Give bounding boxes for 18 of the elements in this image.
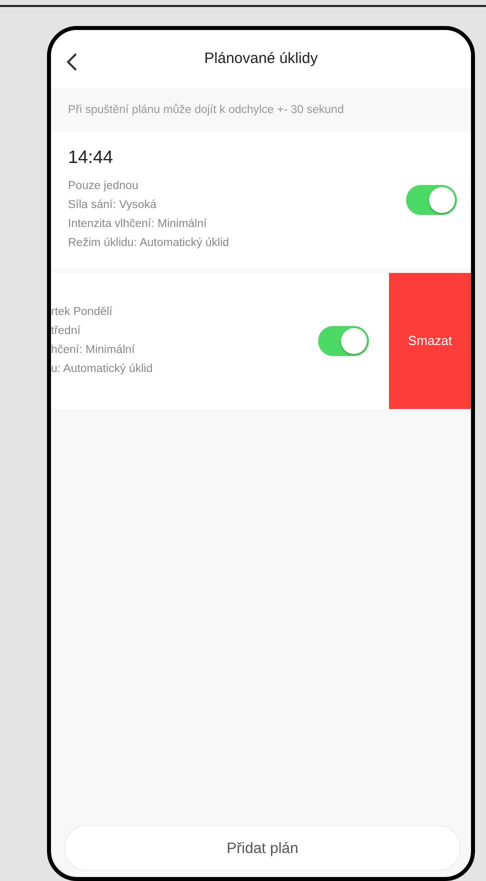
screen-title: Plánované úklidy <box>204 50 318 68</box>
schedule-detail: Síla sání: Vysoká <box>68 198 158 213</box>
schedule-detail: u: Automatický úklid <box>51 362 154 377</box>
delete-button[interactable]: Smazat <box>389 272 471 409</box>
schedule-time: 14:44 <box>68 146 114 168</box>
schedule-detail: Pouze jednou <box>68 178 140 194</box>
schedule-detail: Režim úklidu: Automatický úklid <box>68 236 230 251</box>
schedule-detail: rtek Pondělí <box>51 304 114 320</box>
schedule-toggle[interactable] <box>318 326 369 356</box>
schedule-card[interactable]: 14:44 Pouze jednou Síla sání: Vysoká Intenzita vlhčení: Minimální Režim úklidu: Automatický úklid <box>51 132 471 268</box>
add-plan-button[interactable]: Přidat plán <box>64 825 461 871</box>
schedule-toggle[interactable] <box>406 184 457 215</box>
notice-text: Při spuštění plánu může dojít k odchylce +- 30 sekund <box>67 102 345 118</box>
back-icon[interactable] <box>66 52 78 71</box>
schedule-card[interactable]: rtek Pondělí třední hčení: Minimální u: Automatický úklid Smazat <box>51 272 471 409</box>
schedule-detail: hčení: Minimální <box>51 342 136 358</box>
schedule-detail: třední <box>51 324 82 339</box>
schedule-detail: Intenzita vlhčení: Minimální <box>68 216 208 232</box>
